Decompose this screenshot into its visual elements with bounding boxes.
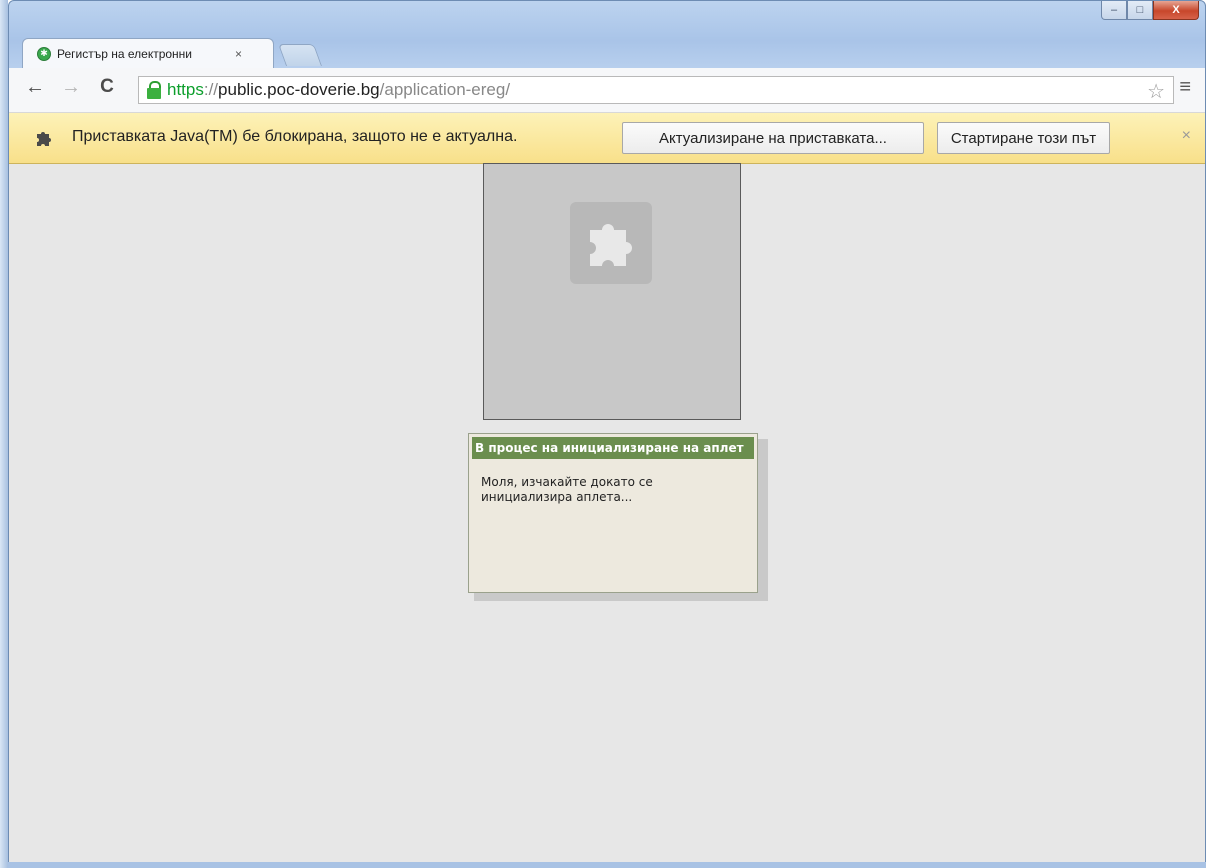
window-bottom-edge bbox=[8, 862, 1206, 868]
infobar-close-icon[interactable]: × bbox=[1182, 127, 1191, 145]
tab-title: Регистър на електронни bbox=[57, 46, 193, 61]
browser-toolbar: ← → C https://public.poc-doverie.bg/appl… bbox=[9, 68, 1205, 113]
puzzle-piece-icon bbox=[37, 132, 51, 146]
url-text[interactable]: https://public.poc-doverie.bg/applicatio… bbox=[167, 80, 510, 100]
site-favicon-icon: ✱ bbox=[37, 46, 51, 61]
lock-icon[interactable] bbox=[147, 81, 161, 99]
page-content: В процес на инициализиране на аплет Моля… bbox=[9, 163, 1205, 862]
plugin-puzzle-icon bbox=[570, 202, 652, 284]
reload-button[interactable]: C bbox=[95, 76, 119, 98]
run-this-time-button[interactable]: Стартиране този път bbox=[937, 122, 1110, 154]
window-left-edge bbox=[0, 0, 8, 868]
tab-close-icon[interactable]: × bbox=[235, 47, 242, 61]
url-scheme: https bbox=[167, 80, 204, 99]
maximize-button[interactable]: □ bbox=[1127, 1, 1153, 20]
minimize-button[interactable]: – bbox=[1101, 1, 1127, 20]
plugin-blocked-infobar: Приставката Java(TM) бе блокирана, защот… bbox=[9, 113, 1205, 164]
url-separator: :// bbox=[203, 80, 219, 99]
forward-button[interactable]: → bbox=[59, 76, 83, 99]
blocked-plugin-placeholder[interactable] bbox=[483, 163, 741, 420]
bookmark-star-icon[interactable]: ☆ bbox=[1147, 79, 1165, 104]
applet-dialog-message: Моля, изчакайте докато се инициализира а… bbox=[481, 475, 653, 504]
update-plugin-button[interactable]: Актуализиране на приставката... bbox=[622, 122, 924, 154]
url-path: /application-ereg/ bbox=[379, 80, 511, 99]
applet-dialog-title: В процес на инициализиране на аплет bbox=[472, 437, 754, 459]
applet-loading-dialog: В процес на инициализиране на аплет Моля… bbox=[468, 433, 758, 593]
close-window-button[interactable]: X bbox=[1153, 1, 1199, 20]
url-host: public.poc-doverie.bg bbox=[218, 80, 380, 99]
address-bar[interactable]: https://public.poc-doverie.bg/applicatio… bbox=[138, 76, 1174, 104]
new-tab-button[interactable] bbox=[277, 44, 323, 66]
window-controls: – □ X bbox=[1101, 1, 1199, 20]
chrome-menu-icon[interactable]: ≡ bbox=[1179, 76, 1191, 99]
back-button[interactable]: ← bbox=[23, 76, 47, 99]
infobar-message: Приставката Java(TM) бе блокирана, защот… bbox=[72, 128, 518, 145]
tab-active[interactable]: ✱ Регистър на електронни × bbox=[22, 38, 274, 68]
